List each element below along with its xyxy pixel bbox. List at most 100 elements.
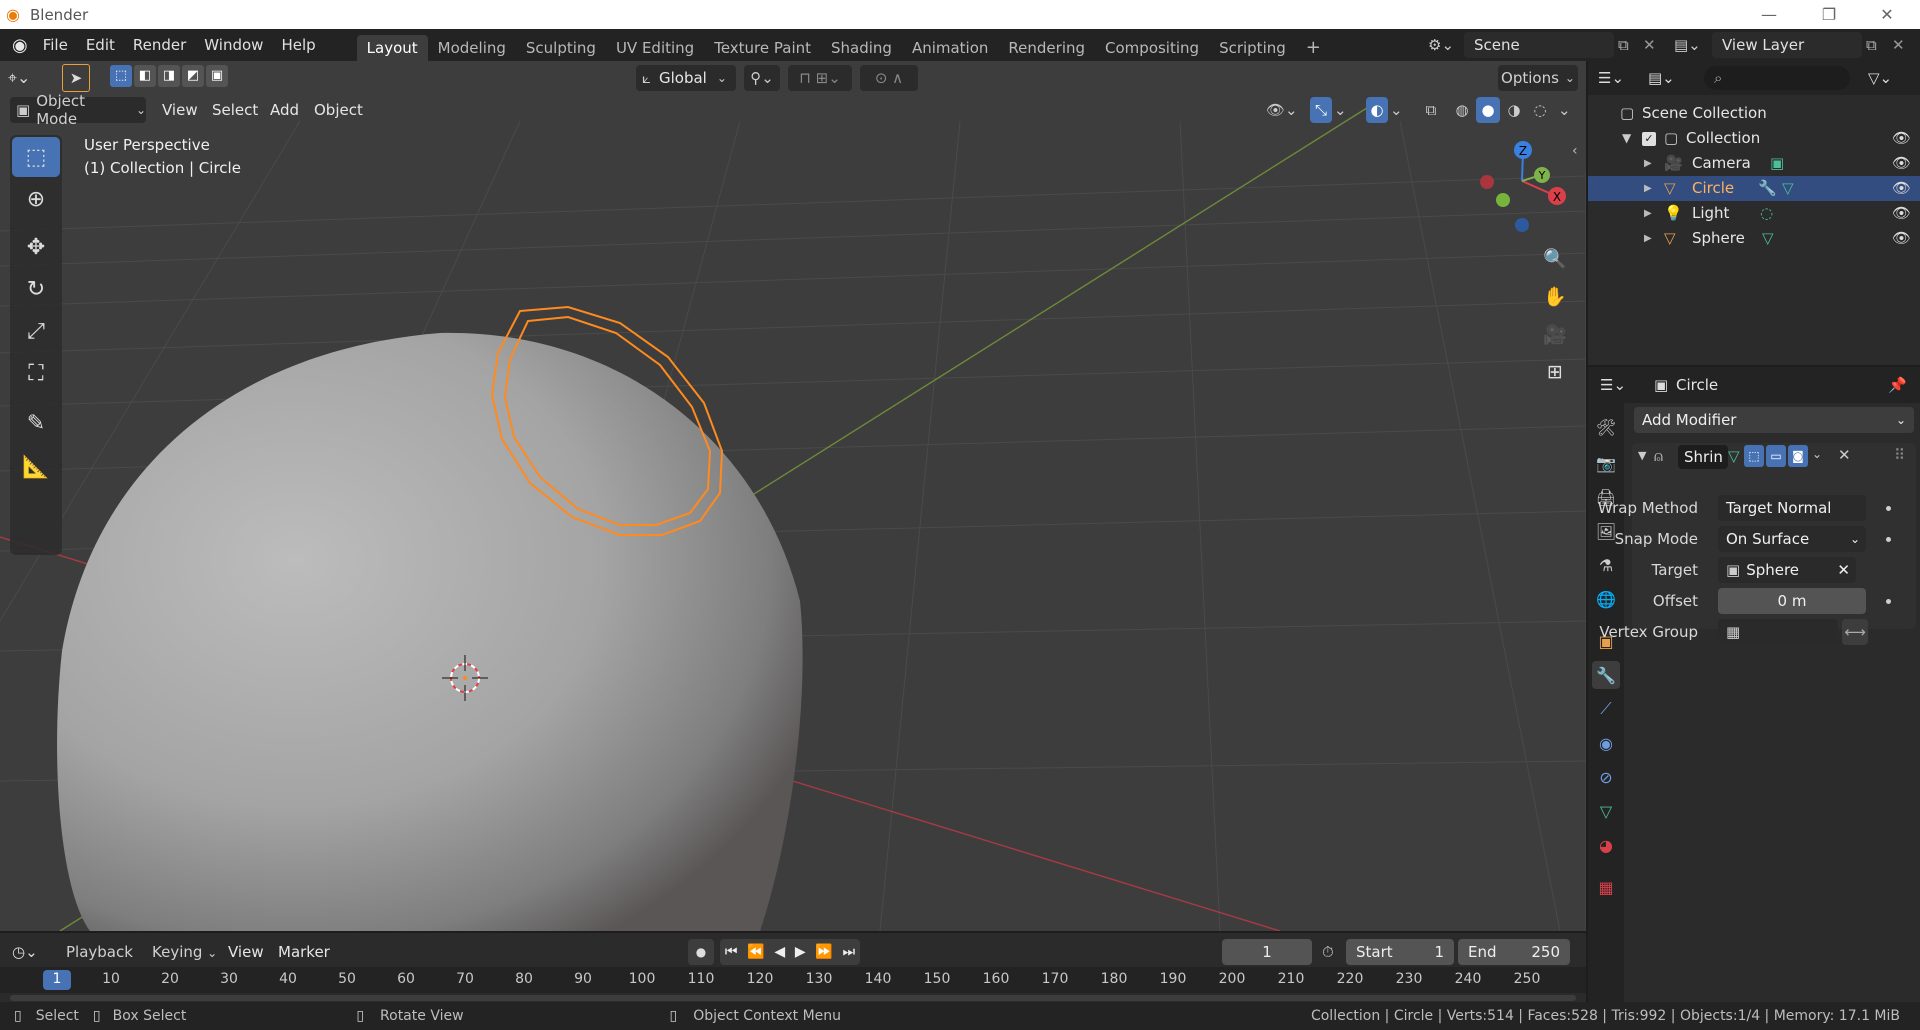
add-modifier-dropdown[interactable]: Add Modifier ⌄: [1634, 407, 1914, 433]
viewport-menu-add[interactable]: Add: [262, 97, 307, 123]
view-layer-selector-icon[interactable]: ▤⌄: [1674, 32, 1708, 58]
cursor-tool-icon[interactable]: ⊕: [12, 179, 60, 219]
mesh-data-icon[interactable]: ▽: [1782, 176, 1794, 201]
jump-start-icon[interactable]: ⏮: [725, 944, 738, 960]
play-icon[interactable]: ▶: [795, 944, 806, 960]
drag-handle-icon[interactable]: ⠿: [1894, 446, 1905, 464]
vertex-group-field[interactable]: ▦: [1718, 619, 1838, 645]
proportional-edit-icon[interactable]: ⊙ ∧: [860, 65, 918, 91]
tab-uv-editing[interactable]: UV Editing: [606, 35, 704, 61]
move-tool-icon[interactable]: ✥: [12, 227, 60, 267]
camera-view-icon[interactable]: 🎥: [1538, 317, 1572, 351]
tool-tab-icon[interactable]: 🛠: [1592, 413, 1620, 441]
physics-tab-icon[interactable]: ◉: [1592, 729, 1620, 757]
material-tab-icon[interactable]: ◕: [1592, 831, 1620, 859]
visibility-icon[interactable]: 👁⌄: [1266, 97, 1306, 123]
object-mode-dropdown[interactable]: ▣ Object Mode ⌄: [10, 92, 146, 128]
tab-shading[interactable]: Shading: [821, 35, 902, 61]
expand-arrow-icon[interactable]: ▶: [1644, 176, 1652, 201]
overlay-dropdown-icon[interactable]: ⌄: [1390, 97, 1408, 123]
new-scene-icon[interactable]: ⧉: [1618, 32, 1638, 58]
delete-scene-icon[interactable]: ✕: [1643, 32, 1661, 58]
transform-tool-icon[interactable]: ⛶: [12, 353, 60, 393]
solid-shading-icon[interactable]: ●: [1476, 97, 1500, 123]
3d-viewport[interactable]: Z X Y ⌖⌄ ➤ ⬚ ◧ ◨ ◩ ▣ ⟀ Global ⌄ ⚲⌄ ⊓ ⊞⌄ …: [0, 61, 1586, 931]
render-tab-icon[interactable]: 📷: [1592, 449, 1620, 477]
pan-view-icon[interactable]: ✋: [1538, 279, 1572, 313]
sphere-mesh[interactable]: [57, 332, 803, 931]
modifier-menu-icon[interactable]: ⌄: [1812, 447, 1822, 461]
wireframe-shading-icon[interactable]: ◍: [1450, 97, 1474, 123]
tab-texture-paint[interactable]: Texture Paint: [704, 35, 821, 61]
invert-vertex-group-icon[interactable]: ⟷: [1842, 619, 1868, 645]
eye-icon[interactable]: 👁: [1892, 226, 1911, 251]
animate-property-dot[interactable]: [1886, 599, 1891, 604]
current-frame-field[interactable]: 1: [1222, 939, 1312, 965]
delete-view-layer-icon[interactable]: ✕: [1892, 32, 1910, 58]
remove-modifier-icon[interactable]: ✕: [1838, 446, 1851, 464]
new-view-layer-icon[interactable]: ⧉: [1866, 32, 1886, 58]
outliner-collection[interactable]: ▼ ✓ ▢ Collection 👁: [1588, 126, 1920, 151]
select-invert-icon[interactable]: ◩: [182, 65, 204, 87]
tab-layout[interactable]: Layout: [356, 35, 428, 61]
sidebar-toggle-icon[interactable]: ‹: [1572, 143, 1578, 159]
menu-edit[interactable]: Edit: [77, 29, 124, 61]
close-window-button[interactable]: ✕: [1864, 0, 1910, 29]
timeline-menu-marker[interactable]: Marker: [270, 939, 338, 965]
outliner-item-circle[interactable]: ▶ ▽ Circle 🔧 ▽ 👁: [1588, 176, 1920, 201]
measure-tool-icon[interactable]: 📐: [12, 447, 60, 487]
select-tweak-icon[interactable]: ➤: [62, 64, 90, 92]
select-box-tool-icon[interactable]: ⬚: [12, 137, 60, 177]
outliner-scene-collection[interactable]: ▢ Scene Collection: [1588, 101, 1920, 126]
outliner-editor-type-icon[interactable]: ☰⌄: [1598, 65, 1636, 91]
annotate-tool-icon[interactable]: ✎: [12, 403, 60, 443]
xray-toggle-icon[interactable]: ⧉: [1420, 97, 1442, 123]
tab-rendering[interactable]: Rendering: [998, 35, 1095, 61]
tab-scripting[interactable]: Scripting: [1209, 35, 1296, 61]
prev-keyframe-icon[interactable]: ⏪: [747, 944, 764, 960]
tab-compositing[interactable]: Compositing: [1095, 35, 1209, 61]
rendered-shading-icon[interactable]: ◌: [1528, 97, 1552, 123]
expand-arrow-icon[interactable]: ▶: [1644, 226, 1652, 251]
rotate-tool-icon[interactable]: ↻: [12, 269, 60, 309]
ortho-toggle-icon[interactable]: ⊞: [1538, 355, 1572, 389]
properties-editor-type-icon[interactable]: ☰⌄: [1600, 372, 1638, 398]
expand-arrow-icon[interactable]: ▼: [1622, 126, 1631, 151]
target-field[interactable]: ▣ Sphere ✕: [1718, 557, 1856, 583]
viewport-menu-object[interactable]: Object: [306, 97, 371, 123]
add-workspace-icon[interactable]: +: [1296, 35, 1331, 61]
pin-icon[interactable]: 📌: [1888, 372, 1907, 398]
outliner-item-camera[interactable]: ▶ 🎥 Camera ▣ 👁: [1588, 151, 1920, 176]
record-icon[interactable]: ●: [688, 939, 714, 965]
zoom-view-icon[interactable]: 🔍: [1538, 241, 1572, 275]
stopwatch-icon[interactable]: ⏱: [1322, 939, 1344, 965]
menu-window[interactable]: Window: [195, 29, 272, 61]
gizmo-toggle-icon[interactable]: ⤡: [1310, 97, 1332, 123]
tab-animation[interactable]: Animation: [902, 35, 998, 61]
play-reverse-icon[interactable]: ◀: [774, 944, 785, 960]
overlay-toggle-icon[interactable]: ◐: [1366, 97, 1388, 123]
tab-modeling[interactable]: Modeling: [428, 35, 516, 61]
mesh-data-icon[interactable]: ▽: [1762, 226, 1774, 251]
outliner-search-input[interactable]: ⌕: [1704, 66, 1850, 90]
edit-mode-toggle-icon[interactable]: ▽: [1728, 447, 1740, 465]
playback-menu[interactable]: Playback ⌄: [58, 939, 144, 986]
end-frame-field[interactable]: End 250: [1458, 939, 1570, 965]
expand-arrow-icon[interactable]: ▶: [1644, 151, 1652, 176]
restore-button[interactable]: ❐: [1806, 0, 1852, 29]
animate-property-dot[interactable]: [1886, 506, 1891, 511]
modifier-name-field[interactable]: Shrin: [1678, 445, 1728, 469]
select-subtract-icon[interactable]: ◨: [158, 65, 180, 87]
collection-checkbox-icon[interactable]: ✓: [1642, 132, 1656, 146]
keying-menu[interactable]: Keying ⌄: [146, 939, 218, 965]
render-toggle-icon[interactable]: ◙: [1788, 445, 1808, 467]
select-new-icon[interactable]: ⬚: [110, 65, 132, 87]
camera-data-icon[interactable]: ▣: [1770, 151, 1784, 176]
offset-field[interactable]: 0 m: [1718, 588, 1866, 614]
jump-end-icon[interactable]: ⏭: [843, 944, 856, 960]
viewport-menu-view[interactable]: View: [154, 97, 206, 123]
animate-property-dot[interactable]: [1886, 537, 1891, 542]
wrap-method-dropdown[interactable]: Target Normal Pr...⌄: [1718, 495, 1866, 543]
collapse-arrow-icon[interactable]: ▼: [1638, 449, 1646, 462]
outliner-item-sphere[interactable]: ▶ ▽ Sphere ▽ 👁: [1588, 226, 1920, 251]
